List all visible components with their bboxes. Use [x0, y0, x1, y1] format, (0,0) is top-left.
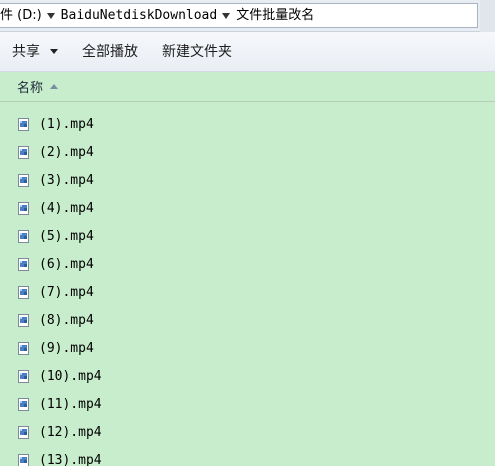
file-name: (2).mp4 — [39, 144, 94, 160]
list-item[interactable]: (10).mp4 — [17, 365, 102, 387]
breadcrumb[interactable]: 件 (D:) BaiduNetdiskDownload 文件批量改名 — [0, 3, 478, 28]
breadcrumb-item-baidunetdiskdownload[interactable]: BaiduNetdiskDownload — [60, 4, 219, 27]
video-file-icon — [18, 201, 29, 215]
file-name: (12).mp4 — [39, 424, 102, 440]
video-file-icon — [18, 257, 29, 271]
video-file-icon — [18, 145, 29, 159]
list-item[interactable]: (6).mp4 — [17, 253, 94, 275]
file-name: (13).mp4 — [39, 452, 102, 466]
video-file-icon — [18, 229, 29, 243]
list-item[interactable]: (3).mp4 — [17, 169, 94, 191]
list-item[interactable]: (4).mp4 — [17, 197, 94, 219]
file-name: (9).mp4 — [39, 340, 94, 356]
breadcrumb-item-current-folder[interactable]: 文件批量改名 — [235, 4, 315, 27]
file-name: (5).mp4 — [39, 228, 94, 244]
video-file-icon — [18, 341, 29, 355]
file-name: (11).mp4 — [39, 396, 102, 412]
play-all-button[interactable]: 全部播放 — [70, 39, 150, 65]
address-bar: 件 (D:) BaiduNetdiskDownload 文件批量改名 — [0, 0, 495, 32]
list-item[interactable]: (12).mp4 — [17, 421, 102, 443]
explorer-window: 件 (D:) BaiduNetdiskDownload 文件批量改名 共享 全部… — [0, 0, 495, 466]
video-file-icon — [18, 369, 29, 383]
file-name: (10).mp4 — [39, 368, 102, 384]
list-item[interactable]: (13).mp4 — [17, 449, 102, 466]
chevron-down-icon — [50, 49, 58, 54]
share-button-label: 共享 — [12, 43, 40, 60]
video-file-icon — [18, 313, 29, 327]
list-item[interactable]: (5).mp4 — [17, 225, 94, 247]
play-all-button-label: 全部播放 — [82, 43, 138, 60]
file-name: (7).mp4 — [39, 284, 94, 300]
video-file-icon — [18, 285, 29, 299]
file-list: (1).mp4 (2).mp4 (3).mp4 (4).mp4 (5).mp4 (6).m… — [0, 110, 495, 466]
share-button[interactable]: 共享 — [0, 39, 70, 65]
list-item[interactable]: (8).mp4 — [17, 309, 94, 331]
file-name: (4).mp4 — [39, 200, 94, 216]
address-bar-edge — [480, 0, 495, 32]
new-folder-button-label: 新建文件夹 — [162, 43, 232, 60]
video-file-icon — [18, 397, 29, 411]
video-file-icon — [18, 173, 29, 187]
list-item[interactable]: (2).mp4 — [17, 141, 94, 163]
column-header-name-label: 名称 — [17, 81, 44, 96]
list-item[interactable]: (9).mp4 — [17, 337, 94, 359]
file-name: (6).mp4 — [39, 256, 94, 272]
list-item[interactable]: (1).mp4 — [17, 113, 94, 135]
file-name: (1).mp4 — [39, 116, 94, 132]
chevron-down-icon[interactable] — [222, 12, 231, 19]
file-name: (3).mp4 — [39, 172, 94, 188]
list-item[interactable]: (11).mp4 — [17, 393, 102, 415]
list-item[interactable]: (7).mp4 — [17, 281, 94, 303]
video-file-icon — [18, 117, 29, 131]
new-folder-button[interactable]: 新建文件夹 — [150, 39, 244, 65]
column-header-row: 名称 — [0, 72, 495, 102]
breadcrumb-item-drive[interactable]: 件 (D:) — [0, 4, 43, 27]
video-file-icon — [18, 453, 29, 466]
file-name: (8).mp4 — [39, 312, 94, 328]
column-header-name[interactable]: 名称 — [17, 77, 59, 96]
chevron-down-icon[interactable] — [46, 12, 55, 19]
sort-ascending-icon — [50, 84, 59, 89]
command-toolbar: 共享 全部播放 新建文件夹 — [0, 32, 495, 72]
video-file-icon — [18, 425, 29, 439]
